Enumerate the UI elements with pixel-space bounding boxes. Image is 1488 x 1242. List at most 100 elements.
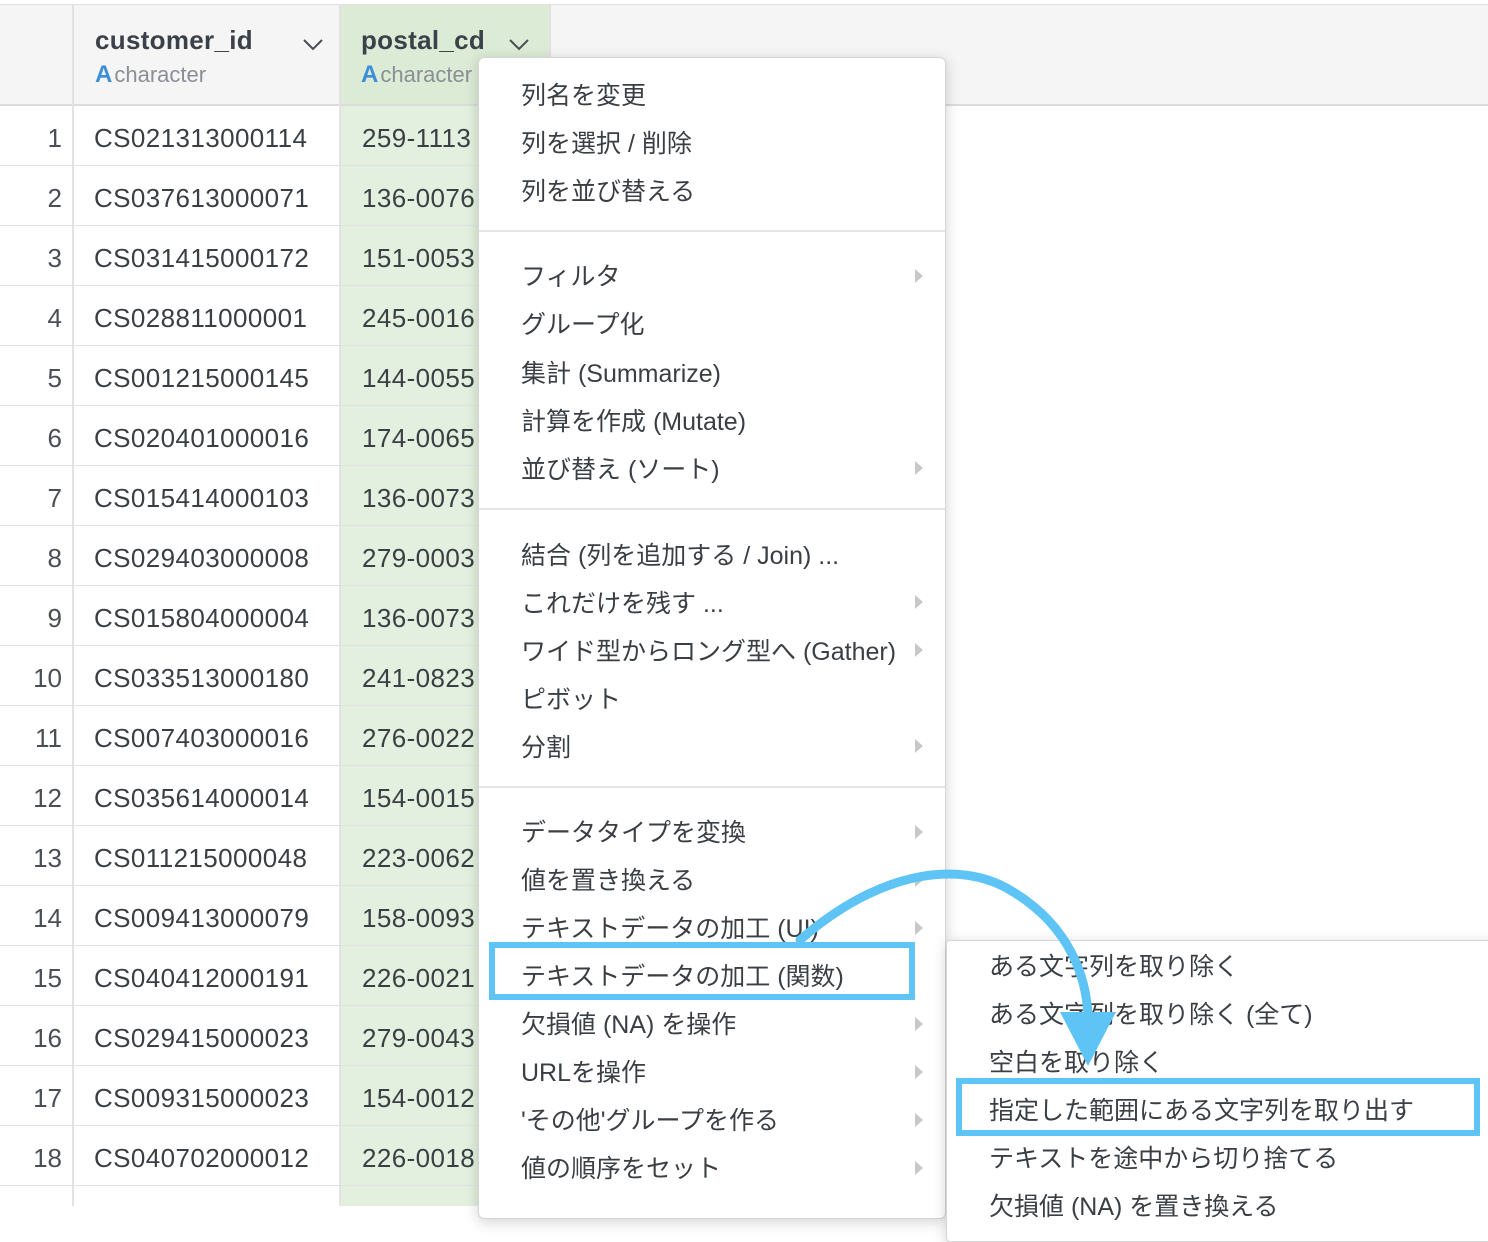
- submenu-arrow-icon: [915, 643, 923, 657]
- submenu-item-truncate[interactable]: テキストを途中から切り捨てる: [989, 1139, 1338, 1175]
- row-number: 10: [33, 663, 62, 693]
- menu-item-rename[interactable]: 列名を変更: [521, 76, 646, 112]
- submenu-arrow-icon: [915, 739, 923, 753]
- cell-postal-cd[interactable]: 154-0015: [362, 783, 480, 814]
- submenu-arrow-icon: [915, 1065, 923, 1079]
- row-number: 17: [33, 1083, 62, 1113]
- row-number: 8: [47, 543, 62, 573]
- menu-item-set-order[interactable]: 値の順序をセット: [521, 1149, 721, 1185]
- cell-postal-cd[interactable]: 154-0012: [362, 1083, 480, 1114]
- cell-customer-id[interactable]: CS040412000191: [94, 963, 309, 994]
- menu-item-split[interactable]: 分割: [521, 728, 571, 764]
- column-type: Acharacter: [95, 61, 207, 88]
- character-type-icon: A: [95, 61, 113, 88]
- menu-item-summarize[interactable]: 集計 (Summarize): [521, 354, 721, 390]
- cell-postal-cd[interactable]: 245-0016: [362, 303, 480, 334]
- cell-postal-cd[interactable]: 144-0055: [362, 363, 480, 394]
- menu-item-reorder-columns[interactable]: 列を並び替える: [521, 172, 695, 208]
- cell-customer-id[interactable]: CS007403000016: [94, 723, 309, 754]
- cell-postal-cd[interactable]: 279-0003: [362, 543, 480, 574]
- submenu-item-remove-string[interactable]: ある文字列を取り除く: [989, 947, 1239, 983]
- submenu-arrow-icon: [915, 825, 923, 839]
- cell-postal-cd[interactable]: 136-0073: [362, 603, 480, 634]
- submenu-arrow-icon: [915, 269, 923, 283]
- cell-customer-id[interactable]: CS037613000071: [94, 183, 309, 214]
- cell-customer-id[interactable]: CS021313000114: [94, 123, 307, 154]
- menu-item-keep-only[interactable]: これだけを残す ...: [521, 584, 724, 620]
- column-header-customer-id[interactable]: customer_id Acharacter: [73, 5, 339, 104]
- menu-item-filter[interactable]: フィルタ: [521, 257, 621, 293]
- menu-item-mutate[interactable]: 計算を作成 (Mutate): [521, 402, 746, 438]
- row-number: 9: [47, 603, 62, 633]
- menu-item-handle-na[interactable]: 欠損値 (NA) を操作: [521, 1005, 736, 1041]
- cell-postal-cd[interactable]: 174-0065: [362, 423, 480, 454]
- submenu-item-trim-whitespace[interactable]: 空白を取り除く: [989, 1043, 1164, 1079]
- cell-postal-cd[interactable]: 259-1113: [362, 123, 480, 154]
- row-number: 5: [47, 363, 62, 393]
- cell-customer-id[interactable]: CS040702000012: [94, 1143, 309, 1174]
- cell-customer-id[interactable]: CS015804000004: [94, 603, 309, 634]
- cell-postal-cd[interactable]: 241-0823: [362, 663, 480, 694]
- row-number: 14: [33, 903, 62, 933]
- cell-customer-id[interactable]: CS009413000079: [94, 903, 309, 934]
- menu-item-group[interactable]: グループ化: [521, 305, 645, 341]
- menu-item-other-group[interactable]: 'その他'グループを作る: [521, 1101, 779, 1137]
- submenu-arrow-icon: [915, 1161, 923, 1175]
- chevron-down-icon[interactable]: [302, 33, 324, 55]
- cell-customer-id[interactable]: CS001215000145: [94, 363, 309, 394]
- character-type-icon: A: [361, 61, 379, 88]
- cell-postal-cd[interactable]: 226-0021: [362, 963, 480, 994]
- cell-customer-id[interactable]: CS029415000023: [94, 1023, 309, 1054]
- column-name: customer_id: [95, 25, 253, 55]
- cell-postal-cd[interactable]: 223-0062: [362, 843, 480, 874]
- cell-customer-id[interactable]: CS029403000008: [94, 543, 309, 574]
- row-number: 3: [47, 243, 62, 273]
- cell-customer-id[interactable]: CS028811000001: [94, 303, 307, 334]
- column-name: postal_cd: [361, 25, 486, 55]
- row-number: 6: [47, 423, 62, 453]
- submenu-arrow-icon: [915, 1113, 923, 1127]
- row-number: 4: [47, 303, 62, 333]
- cell-customer-id[interactable]: CS031415000172: [94, 243, 309, 274]
- chevron-down-icon[interactable]: [508, 33, 530, 55]
- cell-customer-id[interactable]: CS009315000023: [94, 1083, 309, 1114]
- cell-postal-cd[interactable]: 226-0018: [362, 1143, 480, 1174]
- submenu-item-remove-string-all[interactable]: ある文字列を取り除く (全て): [989, 995, 1313, 1031]
- row-number: 13: [33, 843, 62, 873]
- cell-postal-cd[interactable]: 136-0073: [362, 483, 480, 514]
- menu-item-replace-values[interactable]: 値を置き換える: [521, 861, 695, 897]
- cell-customer-id[interactable]: CS011215000048: [94, 843, 307, 874]
- submenu-arrow-icon: [915, 921, 923, 935]
- menu-item-url[interactable]: URLを操作: [521, 1053, 646, 1089]
- row-number: 16: [33, 1023, 62, 1053]
- cell-customer-id[interactable]: CS015414000103: [94, 483, 309, 514]
- cell-postal-cd[interactable]: 279-0043: [362, 1023, 480, 1054]
- cell-postal-cd[interactable]: 158-0093: [362, 903, 480, 934]
- cell-customer-id[interactable]: CS035614000014: [94, 783, 309, 814]
- column-context-menu: 列名を変更 列を選択 / 削除 列を並び替える フィルタ グループ化 集計 (S…: [478, 57, 946, 1219]
- menu-item-join[interactable]: 結合 (列を追加する / Join) ...: [521, 536, 839, 572]
- menu-item-gather[interactable]: ワイド型からロング型へ (Gather): [521, 632, 896, 668]
- menu-item-text-ui[interactable]: テキストデータの加工 (UI): [521, 909, 819, 945]
- cell-postal-cd[interactable]: 276-0022: [362, 723, 480, 754]
- highlight-box-substring: [956, 1078, 1480, 1136]
- row-number: 1: [47, 123, 62, 153]
- cell-postal-cd[interactable]: 151-0053: [362, 243, 480, 274]
- submenu-item-replace-na[interactable]: 欠損値 (NA) を置き換える: [989, 1187, 1279, 1223]
- row-divider: [0, 1185, 480, 1186]
- submenu-arrow-icon: [915, 461, 923, 475]
- submenu-arrow-icon: [915, 595, 923, 609]
- submenu-arrow-icon: [915, 873, 923, 887]
- row-number: 12: [33, 783, 62, 813]
- highlight-box-text-function: [489, 942, 915, 1000]
- cell-postal-cd[interactable]: 136-0076: [362, 183, 480, 214]
- menu-item-sort[interactable]: 並び替え (ソート): [521, 450, 720, 486]
- menu-item-pivot[interactable]: ピボット: [521, 680, 621, 716]
- menu-item-convert-type[interactable]: データタイプを変換: [521, 813, 746, 849]
- submenu-arrow-icon: [915, 1017, 923, 1031]
- row-number: 7: [47, 483, 62, 513]
- row-number: 11: [35, 723, 62, 753]
- cell-customer-id[interactable]: CS020401000016: [94, 423, 309, 454]
- cell-customer-id[interactable]: CS033513000180: [94, 663, 309, 694]
- menu-item-select-delete[interactable]: 列を選択 / 削除: [521, 124, 692, 160]
